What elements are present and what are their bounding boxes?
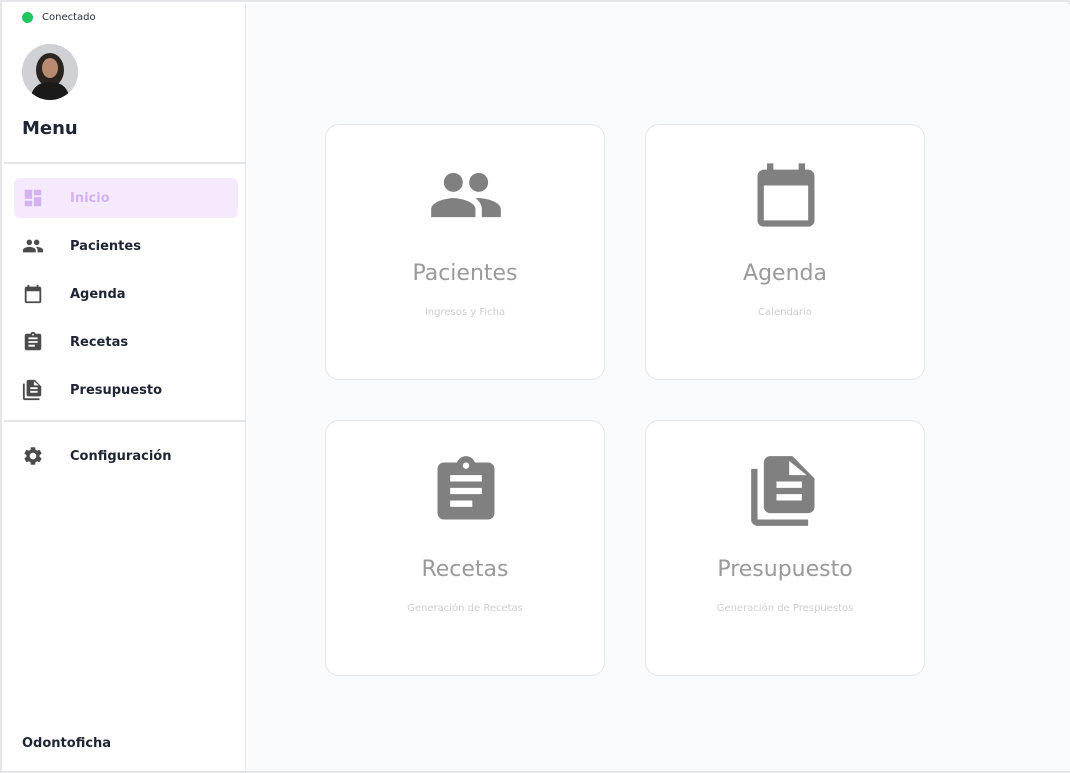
document-icon — [748, 451, 824, 531]
sidebar-item-label: Recetas — [70, 334, 129, 350]
status-dot-icon — [22, 12, 33, 23]
document-icon — [22, 379, 44, 401]
status-label: Conectado — [42, 12, 96, 23]
calendar-icon — [22, 283, 44, 305]
avatar[interactable] — [22, 44, 78, 100]
sidebar-item-label: Agenda — [70, 286, 126, 302]
card-title: Recetas — [421, 557, 509, 582]
sidebar: Conectado Menu Inicio Pacientes Agenda R… — [4, 4, 246, 771]
sidebar-item-agenda[interactable]: Agenda — [14, 274, 238, 314]
clipboard-icon — [428, 451, 504, 531]
card-pacientes[interactable]: Pacientes Ingresos y Ficha — [325, 124, 605, 380]
sidebar-item-label: Presupuesto — [70, 382, 163, 398]
brand-name: Odontoficha — [22, 736, 112, 751]
app-window: Conectado Menu Inicio Pacientes Agenda R… — [0, 0, 1070, 773]
clipboard-icon — [22, 331, 44, 353]
sidebar-item-label: Configuración — [70, 448, 172, 464]
card-title: Agenda — [743, 261, 827, 286]
sidebar-item-pacientes[interactable]: Pacientes — [14, 226, 238, 266]
card-subtitle: Generación de Recetas — [407, 603, 523, 614]
gear-icon — [22, 445, 44, 467]
card-subtitle: Calendario — [758, 307, 812, 318]
sidebar-item-inicio[interactable]: Inicio — [14, 178, 238, 218]
connection-status: Conectado — [22, 12, 96, 23]
sidebar-item-configuracion[interactable]: Configuración — [14, 436, 238, 476]
card-agenda[interactable]: Agenda Calendario — [645, 124, 925, 380]
card-subtitle: Ingresos y Ficha — [424, 307, 506, 318]
card-subtitle: Generación de Prespuestos — [716, 603, 854, 614]
card-title: Pacientes — [412, 261, 518, 286]
main-content: Pacientes Ingresos y Ficha Agenda Calend… — [247, 4, 1070, 771]
divider — [4, 420, 245, 422]
sidebar-item-presupuesto[interactable]: Presupuesto — [14, 370, 238, 410]
divider — [4, 162, 245, 164]
menu-title: Menu — [22, 118, 78, 139]
people-icon — [428, 155, 504, 235]
people-icon — [22, 235, 44, 257]
sidebar-item-recetas[interactable]: Recetas — [14, 322, 238, 362]
card-presupuesto[interactable]: Presupuesto Generación de Prespuestos — [645, 420, 925, 676]
calendar-icon — [748, 155, 824, 235]
sidebar-item-label: Inicio — [70, 190, 110, 206]
card-recetas[interactable]: Recetas Generación de Recetas — [325, 420, 605, 676]
sidebar-item-label: Pacientes — [70, 238, 141, 254]
card-title: Presupuesto — [717, 557, 853, 582]
dashboard-icon — [22, 187, 44, 209]
